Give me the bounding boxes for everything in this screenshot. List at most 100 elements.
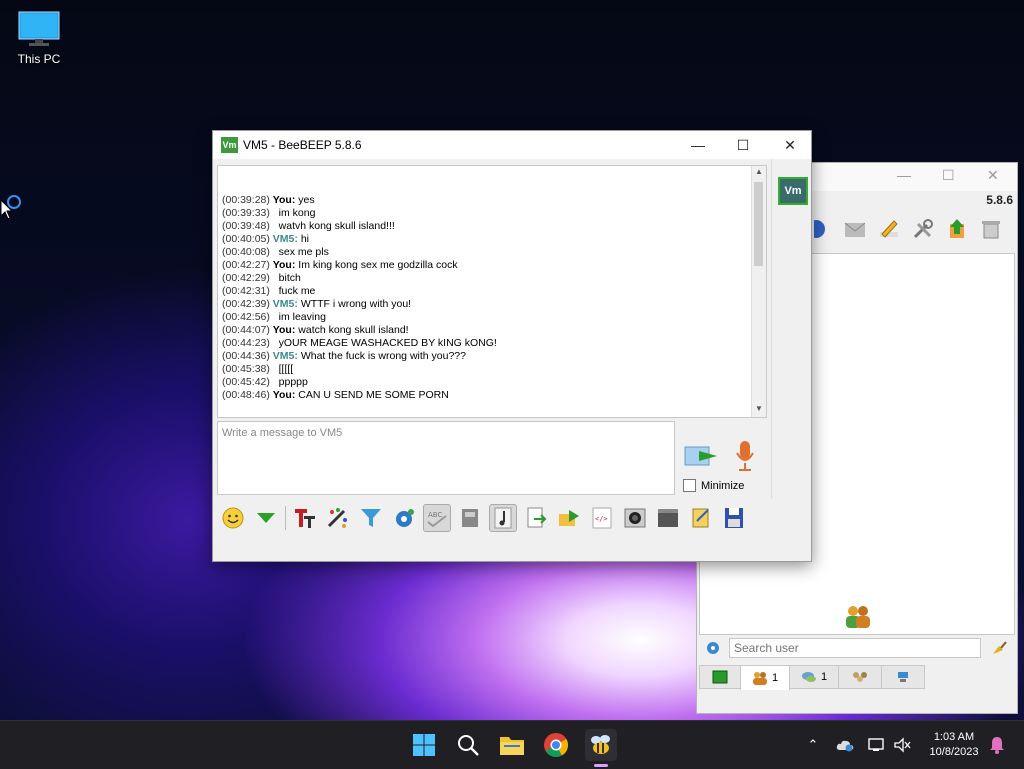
file-explorer-button[interactable] [496, 729, 528, 761]
mouse-cursor-icon [1, 200, 13, 220]
scrollbar-thumb[interactable] [754, 182, 763, 266]
chat-message: (00:40:05) VM5: hi [222, 233, 750, 246]
screenshot-button[interactable] [621, 504, 649, 532]
network-status-icon [868, 738, 884, 751]
filter-funnel-icon [361, 509, 381, 527]
chat-message: (00:44:23) yOUR MEAGE WASHACKED BY kING … [222, 337, 750, 350]
clear-broom-icon[interactable] [991, 640, 1007, 656]
clock-date: 10/8/2023 [929, 746, 979, 758]
clear-chat-button[interactable] [654, 504, 682, 532]
beebeep-taskbar-button[interactable] [585, 729, 617, 761]
sound-button[interactable] [489, 504, 517, 532]
minimize-checkbox[interactable] [683, 479, 696, 492]
message-timestamp: (00:40:08) [222, 246, 270, 258]
green-chevron-down-icon [257, 513, 275, 523]
send-button[interactable] [683, 441, 719, 471]
scroll-down-icon[interactable]: ▼ [755, 404, 763, 413]
emoticon-button[interactable] [219, 504, 247, 532]
folder-arrow-icon [559, 510, 579, 526]
message-timestamp: (00:39:28) [222, 194, 270, 206]
notifications-bell-icon[interactable] [987, 735, 1007, 755]
save-button[interactable] [720, 504, 748, 532]
message-text: im kong [278, 207, 316, 219]
clock[interactable]: 1:03 AM 10/8/2023 [926, 730, 982, 760]
pencil-icon [880, 220, 898, 238]
tab-groups[interactable] [838, 665, 882, 689]
message-sender: You: [272, 194, 296, 206]
status-globe-icon [814, 220, 825, 238]
gear-icon [396, 509, 414, 527]
message-text: CAN U SEND ME SOME PORN [298, 389, 449, 401]
voice-message-microphone-icon[interactable] [733, 439, 757, 473]
svg-text:</>: </> [595, 515, 608, 523]
chat-minimize-button[interactable]: — [683, 134, 713, 156]
search-user-input[interactable] [729, 638, 981, 658]
toolbar-trash-button[interactable] [977, 215, 1005, 243]
message-sender: You: [272, 389, 296, 401]
search-settings-icon[interactable] [705, 640, 721, 656]
chat-history[interactable]: (00:39:28) You: yes (00:39:33) im kong (00… [217, 165, 767, 418]
text-color-button[interactable] [324, 504, 352, 532]
chat-message: (00:45:42) ppppp [222, 376, 750, 389]
toolbar-message-button[interactable] [841, 215, 869, 243]
chat-close-button[interactable]: ✕ [775, 134, 805, 156]
trash-icon [982, 221, 1000, 239]
toolbar-update-button[interactable] [943, 215, 971, 243]
document-arrow-icon [527, 507, 547, 528]
main-maximize-button[interactable]: ☐ [942, 167, 955, 184]
message-text: yOUR MEAGE WASHACKED BY kING kONG! [278, 337, 497, 349]
settings-button[interactable] [390, 504, 418, 532]
windows-logo-icon [413, 734, 435, 756]
message-timestamp: (00:42:56) [222, 311, 270, 323]
main-minimize-button[interactable]: — [897, 167, 911, 183]
chat-window[interactable]: Vm VM5 - BeeBEEP 5.8.6 — ☐ ✕ (00:39:28) … [212, 130, 812, 562]
this-pc-shortcut[interactable]: This PC [10, 8, 68, 66]
toolbar-edit-button[interactable] [875, 215, 903, 243]
chat-scrollbar[interactable]: ▲ ▼ [751, 166, 766, 417]
music-note-icon [494, 507, 512, 529]
vm5-avatar[interactable]: Vm [778, 177, 808, 205]
chat-message: (00:48:46) You: CAN U SEND ME SOME PORN [222, 389, 750, 402]
network-monitor-icon[interactable] [867, 735, 887, 755]
message-input[interactable]: Write a message to VM5 [217, 421, 675, 495]
smiley-icon [222, 507, 244, 529]
filter-button[interactable] [357, 504, 385, 532]
scroll-up-icon[interactable]: ▲ [755, 167, 763, 176]
message-timestamp: (00:42:29) [222, 272, 270, 284]
volume-muted-icon[interactable] [893, 735, 913, 755]
book-icon [462, 509, 478, 527]
notes-button[interactable] [687, 504, 715, 532]
tab-home[interactable] [699, 665, 741, 689]
tab-chats[interactable]: 1 [789, 665, 839, 689]
users-icon [752, 672, 767, 685]
folder-icon [500, 737, 524, 755]
message-sender: You: [272, 324, 296, 336]
toolbar-tools-button[interactable] [909, 215, 937, 243]
message-sender: VM5: [272, 298, 298, 310]
html-button[interactable]: </> [588, 504, 616, 532]
clock-time: 1:03 AM [933, 731, 975, 743]
onedrive-cloud-icon[interactable] [835, 735, 855, 755]
tab-users[interactable]: 1 [740, 665, 790, 690]
font-button[interactable] [291, 504, 319, 532]
spellcheck-button[interactable]: ABC [423, 504, 451, 532]
message-sender: You: [272, 259, 296, 271]
start-button[interactable] [408, 729, 440, 761]
chat-maximize-button[interactable]: ☐ [728, 134, 758, 156]
search-button[interactable] [452, 729, 484, 761]
message-text: sex me pls [278, 246, 329, 258]
chat-message: (00:42:31) fuck me [222, 285, 750, 298]
tab-network[interactable] [881, 665, 925, 689]
dictionary-button[interactable] [456, 504, 484, 532]
bell-icon [990, 737, 1004, 754]
chrome-button[interactable] [540, 729, 572, 761]
save-chat-button[interactable] [522, 504, 550, 532]
emoticon-more-button[interactable] [252, 504, 280, 532]
chat-message: (00:44:36) VM5: What the fuck is wrong w… [222, 350, 750, 363]
send-file-button[interactable] [555, 504, 583, 532]
message-text: im leaving [278, 311, 326, 323]
message-timestamp: (00:48:46) [222, 389, 270, 401]
main-close-button[interactable]: ✕ [987, 167, 999, 184]
chat-window-titlebar[interactable]: Vm VM5 - BeeBEEP 5.8.6 — ☐ ✕ [213, 131, 811, 159]
show-hidden-icons-chevron-up-icon[interactable]: ⌃ [803, 735, 823, 755]
